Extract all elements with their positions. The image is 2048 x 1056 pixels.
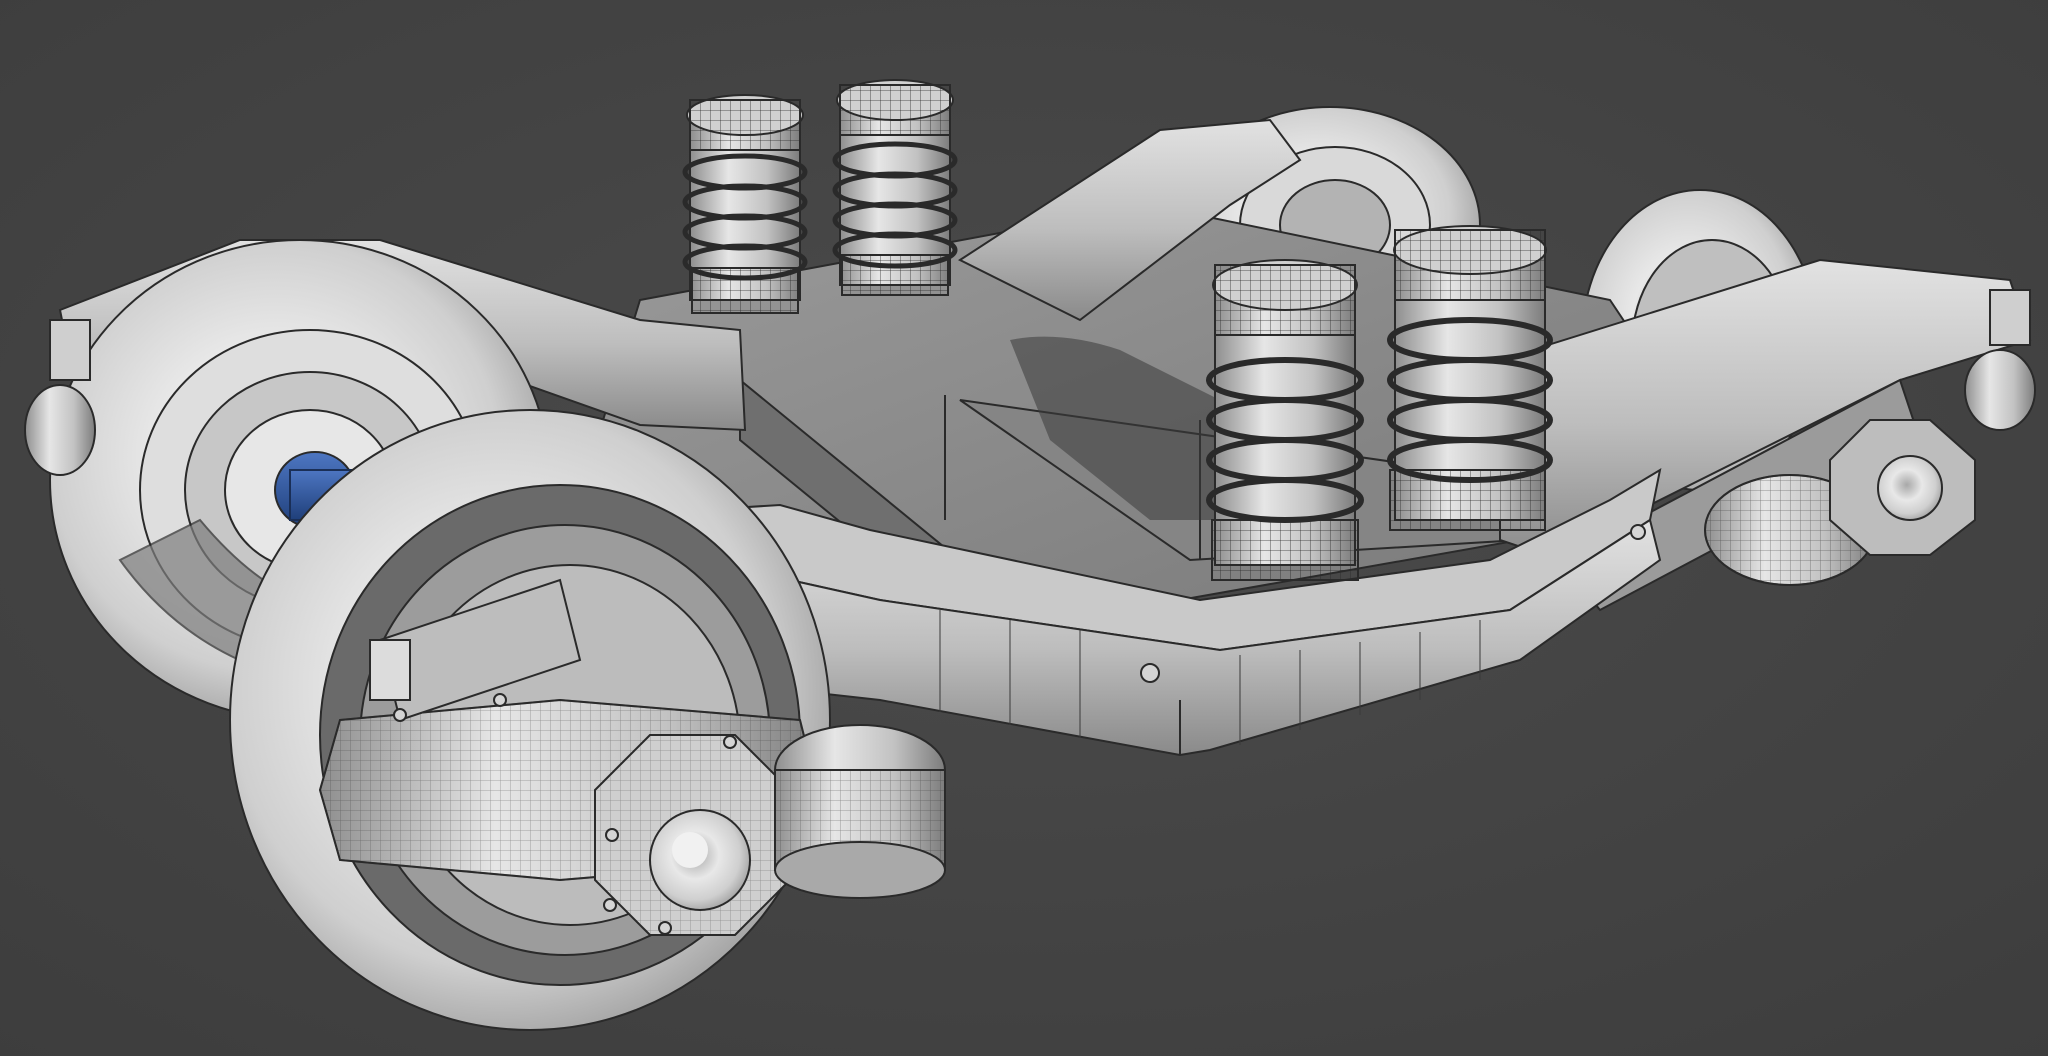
frame-bolt bbox=[1630, 524, 1646, 540]
3d-viewport[interactable] bbox=[0, 0, 2048, 1056]
coil-spring bbox=[1387, 225, 1553, 531]
coil-spring bbox=[682, 94, 808, 314]
coil-spring bbox=[832, 79, 958, 296]
vertical-damper bbox=[774, 724, 946, 899]
frame-bolt bbox=[1140, 663, 1160, 683]
coil-spring bbox=[1206, 259, 1364, 581]
bogie-render bbox=[0, 0, 2048, 1056]
